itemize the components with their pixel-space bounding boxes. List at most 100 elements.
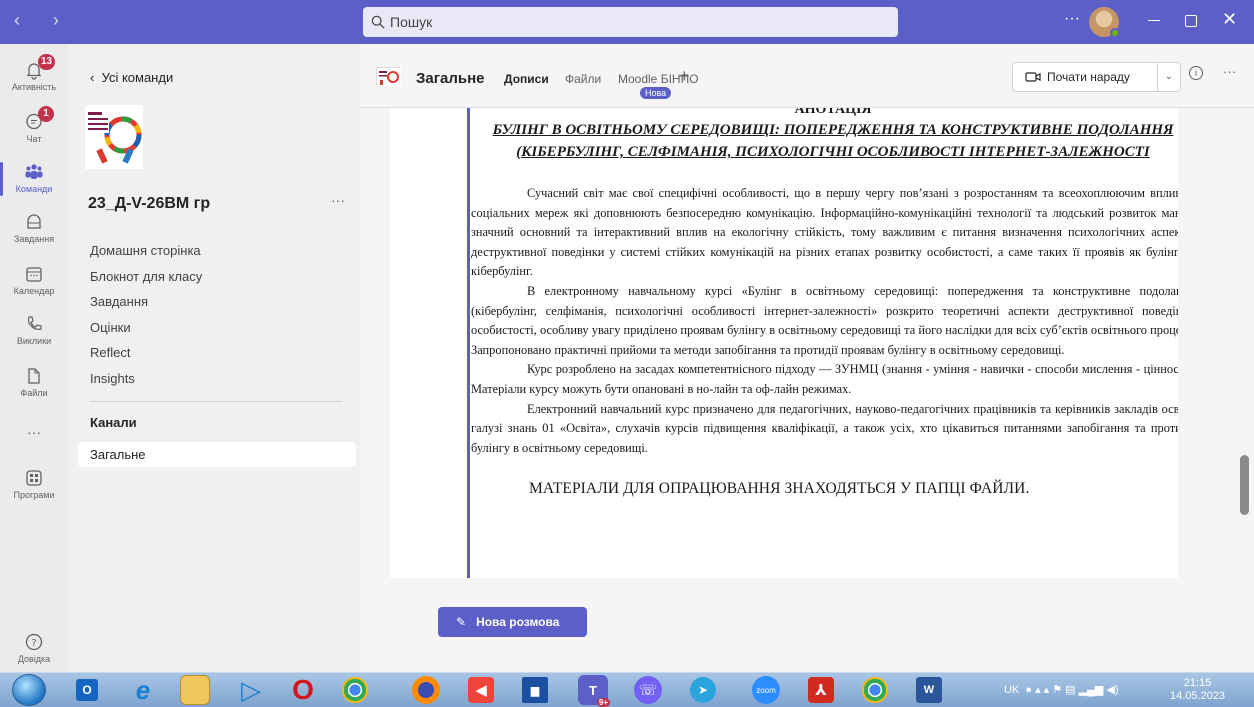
teams-icon: [25, 164, 43, 179]
telegram-icon[interactable]: ➤: [690, 677, 716, 703]
rail-label: Файли: [20, 388, 48, 398]
title-bar: ‹ › Пошук ··· ✕: [0, 0, 1254, 44]
search-input[interactable]: Пошук: [363, 7, 898, 37]
close-button[interactable]: ✕: [1222, 9, 1237, 30]
start-orb[interactable]: [12, 674, 46, 706]
new-conversation-button[interactable]: ✎ Нова розмова: [438, 607, 587, 637]
svg-text:?: ?: [31, 638, 36, 649]
team-nav-notebook[interactable]: Блокнот для класу: [90, 264, 350, 290]
clock-time: 21:15: [1183, 677, 1212, 689]
outlook-icon[interactable]: O: [76, 679, 98, 701]
zoom-icon[interactable]: zoom: [752, 676, 780, 704]
calendar-icon: [26, 267, 42, 282]
rail-label: Завдання: [13, 234, 55, 244]
tab-posts[interactable]: Дописи: [504, 72, 549, 86]
new-badge: Нова: [640, 87, 672, 99]
rail-chat[interactable]: 1 Чат: [0, 106, 68, 144]
apps-icon: [26, 470, 42, 486]
search-placeholder: Пошук: [390, 14, 433, 30]
channel-team-icon: [376, 67, 401, 86]
post-title: БУЛІНГ В ОСВІТНЬОМУ СЕРЕДОВИЩІ: ПОПЕРЕДЖ…: [471, 119, 1178, 163]
team-nav-home[interactable]: Домашня сторінка: [90, 238, 350, 264]
new-conversation-label: Нова розмова: [476, 615, 560, 629]
channel-item-general[interactable]: Загальне: [78, 442, 356, 467]
chrome-icon[interactable]: [342, 677, 368, 703]
rail-label: Команди: [15, 184, 53, 194]
viber-icon[interactable]: ☏: [634, 676, 662, 704]
history-nav[interactable]: ‹ ›: [14, 10, 73, 31]
post-title-text: БУЛІНГ В ОСВІТНЬОМУ СЕРЕДОВИЩІ: ПОПЕРЕДЖ…: [492, 122, 1174, 160]
clock-date: 14.05.2023: [1170, 690, 1226, 702]
maximize-button[interactable]: [1185, 15, 1197, 27]
teams-icon[interactable]: T 9+: [578, 675, 610, 707]
assignments-icon: [27, 214, 41, 229]
info-icon[interactable]: i: [1189, 66, 1203, 80]
meeting-options-dropdown[interactable]: ⌄: [1157, 62, 1181, 92]
help-icon: ?: [25, 633, 43, 651]
team-more-button[interactable]: ···: [331, 192, 345, 208]
rail-label: Виклики: [16, 336, 52, 346]
rail-calls[interactable]: Виклики: [0, 314, 68, 346]
post-card: АНОТАЦІЯ БУЛІНГ В ОСВІТНЬОМУ СЕРЕДОВИЩІ:…: [390, 108, 1178, 578]
anydesk-icon[interactable]: ◀: [468, 677, 494, 703]
windows-taskbar: O e ▷ O ◀ ▆ T 9+ ☏ ➤ zoom ⅄ W UK ● ▴ ▴ ⚑ …: [0, 672, 1254, 707]
divider: [90, 401, 342, 402]
explorer-icon[interactable]: [180, 675, 210, 705]
start-meeting-button[interactable]: Почати нараду: [1012, 62, 1158, 92]
language-indicator[interactable]: UK: [1004, 684, 1019, 696]
rail-more[interactable]: ···: [0, 424, 68, 440]
all-teams-link[interactable]: ‹ Усі команди: [90, 70, 173, 85]
word-icon[interactable]: W: [916, 677, 942, 703]
save-icon[interactable]: ▆: [522, 677, 548, 703]
team-logo: [85, 105, 143, 169]
teams-badge: 9+: [596, 698, 610, 707]
acrobat-icon[interactable]: ⅄: [808, 677, 834, 703]
rail-help[interactable]: ? Довідка: [0, 632, 68, 664]
rail-label: Довідка: [17, 654, 51, 664]
rail-assignments[interactable]: Завдання: [0, 212, 68, 244]
opera-icon[interactable]: O: [288, 674, 318, 705]
ie-icon[interactable]: e: [128, 675, 158, 705]
rail-files[interactable]: Файли: [0, 366, 68, 398]
team-nav: Домашня сторінка Блокнот для класу Завда…: [90, 238, 350, 392]
post-accent-bar: [467, 108, 470, 578]
post-heading: АНОТАЦІЯ: [794, 108, 872, 117]
team-panel: ‹ Усі команди 23_Д-V-26ВМ гр ··· Домашня…: [68, 44, 360, 672]
team-nav-reflect[interactable]: Reflect: [90, 340, 350, 366]
team-name: 23_Д-V-26ВМ гр: [88, 195, 211, 212]
team-logo-image: [85, 105, 143, 169]
post-footer-note: МАТЕРІАЛИ ДЛЯ ОПРАЦЮВАННЯ ЗНАХОДЯТЬСЯ У …: [529, 480, 1030, 498]
chevron-left-icon: ‹: [90, 70, 102, 85]
rail-activity[interactable]: 13 Активність: [0, 54, 68, 92]
channel-more-button[interactable]: ···: [1223, 64, 1236, 79]
avatar[interactable]: [1089, 7, 1120, 38]
scrollbar-thumb[interactable]: [1240, 455, 1249, 515]
minimize-button[interactable]: [1148, 20, 1160, 21]
clock[interactable]: 21:15 14.05.2023: [1170, 677, 1225, 703]
chrome-alt-icon[interactable]: [862, 677, 888, 703]
chat-badge: 1: [38, 106, 54, 122]
file-icon: [28, 368, 40, 384]
app-rail: 13 Активність 1 Чат Команди Завдання Кал…: [0, 44, 68, 672]
system-tray: UK ● ▴ ▴ ⚑ ▤ ▂▄▆ ◀): [1004, 683, 1119, 696]
activity-badge: 13: [38, 54, 56, 70]
firefox-icon[interactable]: [412, 676, 440, 704]
zoom-label: zoom: [756, 685, 776, 695]
team-nav-assignments[interactable]: Завдання: [90, 289, 350, 315]
tab-files[interactable]: Файли: [565, 72, 601, 86]
rail-teams[interactable]: Команди: [0, 162, 68, 196]
rail-apps[interactable]: Програми: [0, 468, 68, 500]
team-nav-grades[interactable]: Оцінки: [90, 315, 350, 341]
add-tab-button[interactable]: +: [679, 66, 690, 87]
channel-title: Загальне: [416, 70, 485, 87]
team-nav-insights[interactable]: Insights: [90, 366, 350, 392]
media-player-icon[interactable]: ▷: [236, 675, 266, 705]
tray-icons[interactable]: ● ▴ ▴ ⚑ ▤ ▂▄▆ ◀): [1025, 684, 1118, 696]
rail-label: Активність: [11, 82, 57, 92]
post-document: АНОТАЦІЯ БУЛІНГ В ОСВІТНЬОМУ СЕРЕДОВИЩІ:…: [471, 108, 1178, 498]
channel-header: Загальне Дописи Файли Moodle БІНПО Нова …: [360, 44, 1254, 108]
settings-more-button[interactable]: ···: [1064, 10, 1080, 28]
rail-label: Чат: [26, 134, 42, 144]
rail-calendar[interactable]: Календар: [0, 264, 68, 296]
channels-heading: Канали: [90, 415, 137, 430]
